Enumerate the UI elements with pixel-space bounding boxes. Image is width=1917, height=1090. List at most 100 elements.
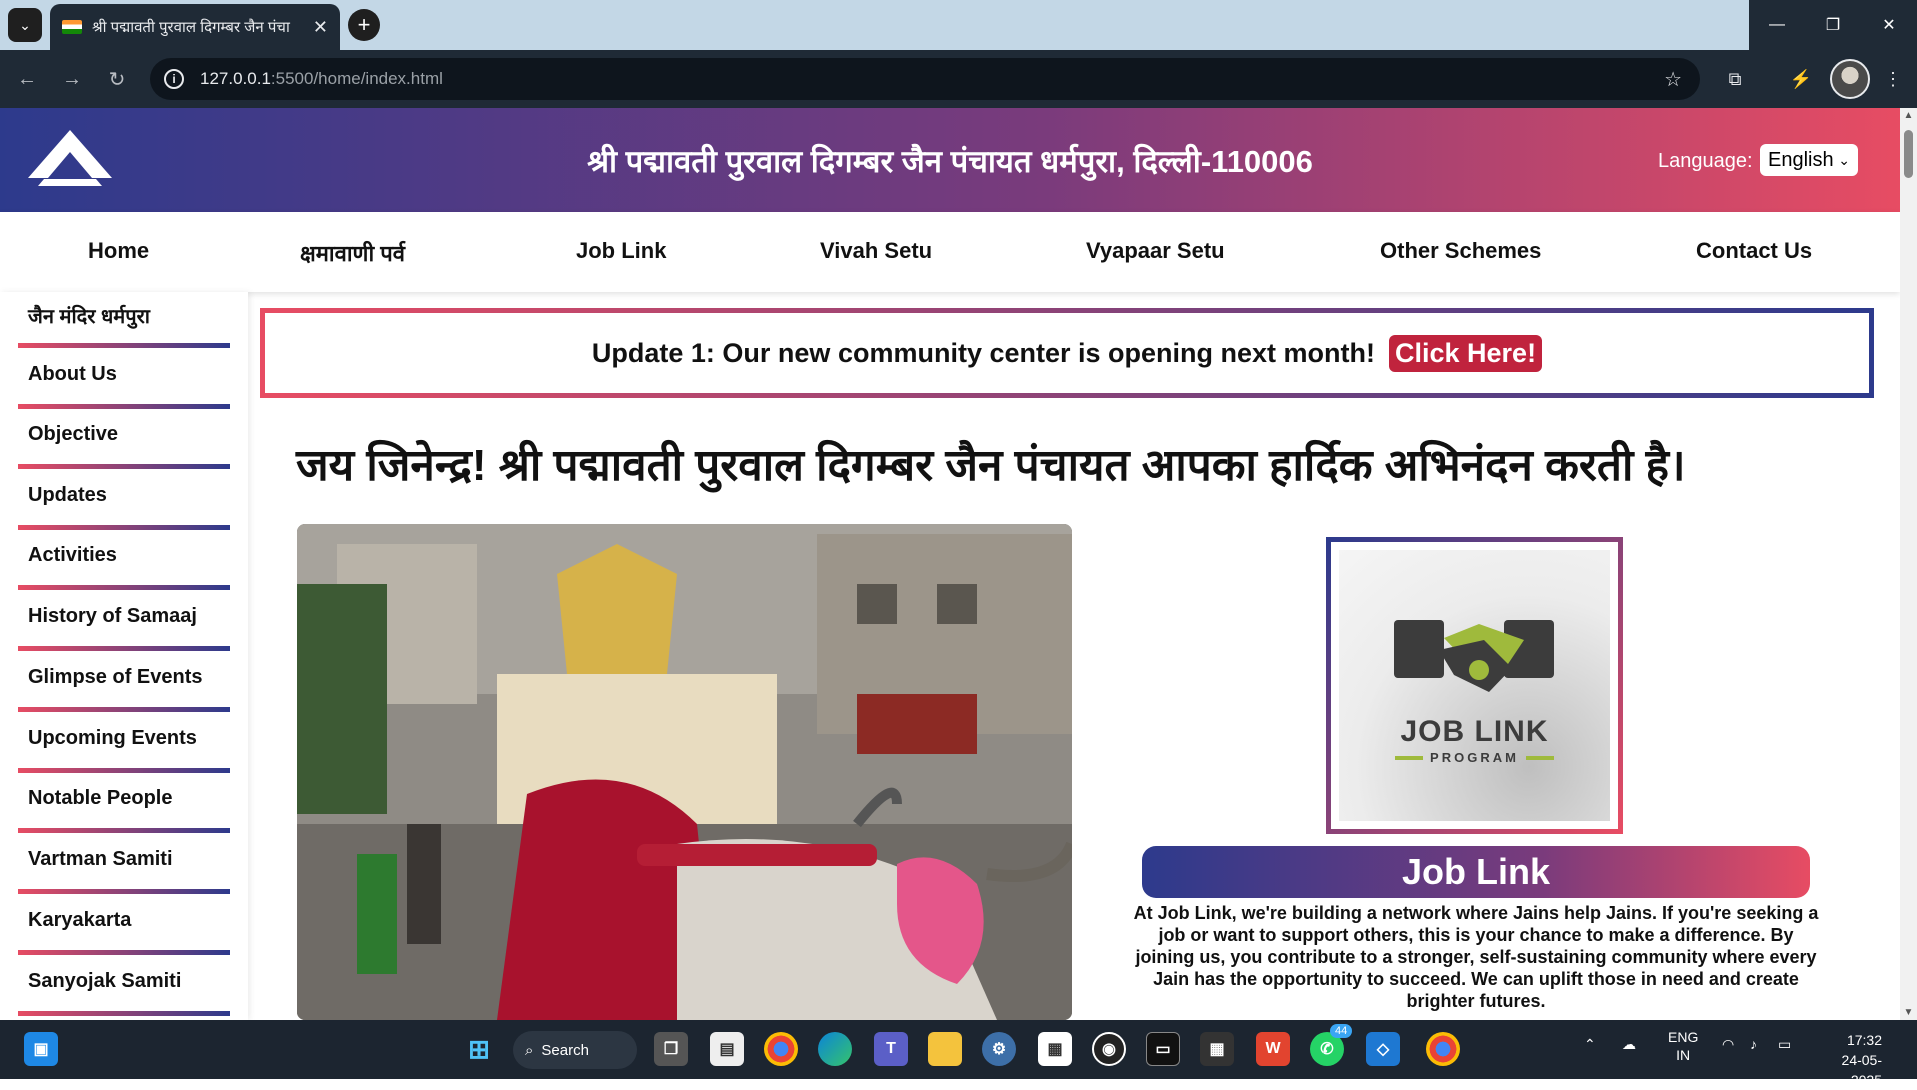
procession-image [297, 524, 1072, 1020]
nav-job-link[interactable]: Job Link [576, 238, 666, 264]
sidebar-item-label: History of Samaaj [28, 605, 197, 627]
sidebar-item-glimpse[interactable]: Glimpse of Events [18, 656, 230, 712]
close-tab-icon[interactable]: ✕ [313, 17, 328, 38]
scroll-up-icon[interactable]: ▲ [1903, 110, 1914, 121]
divider [18, 464, 230, 469]
onedrive-icon[interactable]: ☁ [1622, 1036, 1636, 1053]
clock-date: 24-05-2025 [1841, 1052, 1882, 1088]
tab-title: श्री पद्मावती पुरवाल दिगम्बर जैन पंचा [92, 19, 290, 36]
vscode-icon[interactable]: ◇ [1366, 1032, 1400, 1066]
sidebar-item-updates[interactable]: Updates [18, 474, 230, 530]
wifi-icon[interactable]: ◠ [1722, 1036, 1734, 1053]
nav-vyapaar-setu[interactable]: Vyapaar Setu [1086, 238, 1225, 264]
divider [18, 343, 230, 348]
browser-toolbar: ← → ↻ i 127.0.0.1:5500/home/index.html ☆… [0, 50, 1917, 108]
close-window-button[interactable]: ✕ [1861, 0, 1917, 50]
sidebar-item-jain-mandir[interactable]: जैन मंदिर धर्मपुरा [18, 292, 230, 348]
minimize-button[interactable]: — [1749, 0, 1805, 50]
system-clock[interactable]: 17:32 24-05-2025 [1812, 1030, 1882, 1090]
taskbar-search[interactable]: ⌕ Search [513, 1031, 637, 1069]
nav-home[interactable]: Home [88, 238, 149, 264]
sidebar-item-about-us[interactable]: About Us [18, 353, 230, 409]
performance-icon[interactable]: ⚡ [1784, 62, 1818, 96]
divider [18, 828, 230, 833]
teams-icon[interactable]: T [874, 1032, 908, 1066]
sidebar-item-label: Vartman Samiti [28, 848, 173, 870]
update-text: Update 1: Our new community center is op… [591, 337, 1375, 368]
click-here-button[interactable]: Click Here! [1389, 334, 1543, 372]
bookmark-star-icon[interactable]: ☆ [1664, 67, 1682, 92]
procession-photo [297, 524, 1072, 1020]
new-tab-button[interactable]: + [348, 9, 380, 41]
file-icon[interactable]: ▤ [710, 1032, 744, 1066]
job-link-logo: JOB LINK PROGRAM [1339, 550, 1610, 821]
store-icon[interactable]: ▦ [1038, 1032, 1072, 1066]
divider [18, 646, 230, 651]
page-scrollbar[interactable]: ▲ ▼ [1900, 108, 1917, 1020]
language-select[interactable]: English ⌄ [1760, 144, 1858, 176]
sidebar-item-label: Objective [28, 423, 119, 445]
task-view-icon[interactable]: ❐ [654, 1032, 688, 1066]
terminal-icon[interactable]: ▭ [1146, 1032, 1180, 1066]
url-path: :5500/home/index.html [270, 69, 443, 88]
sidebar-item-upcoming-events[interactable]: Upcoming Events [18, 717, 230, 773]
nav-contact-us[interactable]: Contact Us [1696, 238, 1812, 264]
back-icon[interactable]: ← [10, 62, 44, 96]
language-value: English [1768, 148, 1834, 171]
folder-icon[interactable] [928, 1032, 962, 1066]
sidebar-item-label: Upcoming Events [28, 727, 197, 749]
divider [18, 707, 230, 712]
handshake-icon [1394, 620, 1554, 692]
sidebar-item-vartman-samiti[interactable]: Vartman Samiti [18, 838, 230, 894]
scrollbar-thumb[interactable] [1904, 130, 1913, 178]
job-link-logo-frame[interactable]: JOB LINK PROGRAM [1326, 537, 1623, 834]
tab-search-button[interactable]: ⌄ [8, 8, 42, 42]
scroll-down-icon[interactable]: ▼ [1903, 1007, 1914, 1018]
volume-icon[interactable]: ♪ [1750, 1036, 1757, 1052]
page-viewport: श्री पद्मावती पुरवाल दिगम्बर जैन पंचायत … [0, 108, 1900, 1020]
divider [18, 525, 230, 530]
reload-icon[interactable]: ↻ [100, 62, 134, 96]
nav-kshamavani[interactable]: क्षमावाणी पर्व [300, 238, 405, 268]
nav-vivah-setu[interactable]: Vivah Setu [820, 238, 932, 264]
edge-icon[interactable] [818, 1032, 852, 1066]
sidebar-item-notable-people[interactable]: Notable People [18, 777, 230, 833]
search-label: Search [541, 1041, 589, 1059]
settings-gear-icon[interactable]: ⚙ [982, 1032, 1016, 1066]
chevron-down-icon: ⌄ [1838, 151, 1850, 168]
job-link-heading[interactable]: Job Link [1142, 846, 1810, 898]
divider [18, 768, 230, 773]
sidebar-item-activities[interactable]: Activities [18, 534, 230, 590]
sidebar-item-objective[interactable]: Objective [18, 413, 230, 469]
menu-kebab-icon[interactable]: ⋮ [1876, 62, 1910, 96]
sidebar-item-label: Karyakarta [28, 909, 132, 931]
widgets-icon[interactable]: ▣ [24, 1032, 58, 1066]
calculator-icon[interactable]: ▦ [1200, 1032, 1234, 1066]
sidebar-item-karyakarta[interactable]: Karyakarta [18, 899, 230, 955]
search-icon: ⌕ [525, 1041, 534, 1059]
camera-app-icon[interactable]: ◉ [1092, 1032, 1126, 1066]
sidebar-item-label: About Us [28, 363, 117, 385]
forward-icon[interactable]: → [55, 62, 89, 96]
chrome-active-icon[interactable] [1426, 1032, 1460, 1066]
show-hidden-icons-chevron-icon[interactable]: ⌃ [1584, 1036, 1596, 1053]
wps-office-icon[interactable]: W [1256, 1032, 1290, 1066]
browser-tab[interactable]: श्री पद्मावती पुरवाल दिगम्बर जैन पंचा ✕ [50, 4, 340, 50]
language-indicator[interactable]: ENG IN [1668, 1028, 1698, 1064]
extensions-icon[interactable]: ⧉ [1718, 62, 1752, 96]
sidebar-item-sanyojak-samiti[interactable]: Sanyojak Samiti [18, 960, 230, 1016]
address-bar[interactable]: i 127.0.0.1:5500/home/index.html ☆ [150, 58, 1700, 100]
battery-icon[interactable]: ▭ [1778, 1036, 1791, 1053]
profile-avatar[interactable] [1830, 59, 1870, 99]
chrome-icon[interactable] [764, 1032, 798, 1066]
sidebar-item-label: Notable People [28, 787, 173, 809]
update-banner: Update 1: Our new community center is op… [260, 308, 1874, 398]
sidebar-item-label: Glimpse of Events [28, 666, 203, 688]
windows-start-icon[interactable]: ⊞ [462, 1032, 496, 1066]
lang-region: IN [1676, 1047, 1691, 1063]
sidebar-item-history[interactable]: History of Samaaj [18, 595, 230, 651]
job-link-logo-subtext: PROGRAM [1430, 750, 1519, 765]
site-info-icon[interactable]: i [164, 69, 184, 89]
nav-other-schemes[interactable]: Other Schemes [1380, 238, 1541, 264]
restore-button[interactable]: ❐ [1805, 0, 1861, 50]
